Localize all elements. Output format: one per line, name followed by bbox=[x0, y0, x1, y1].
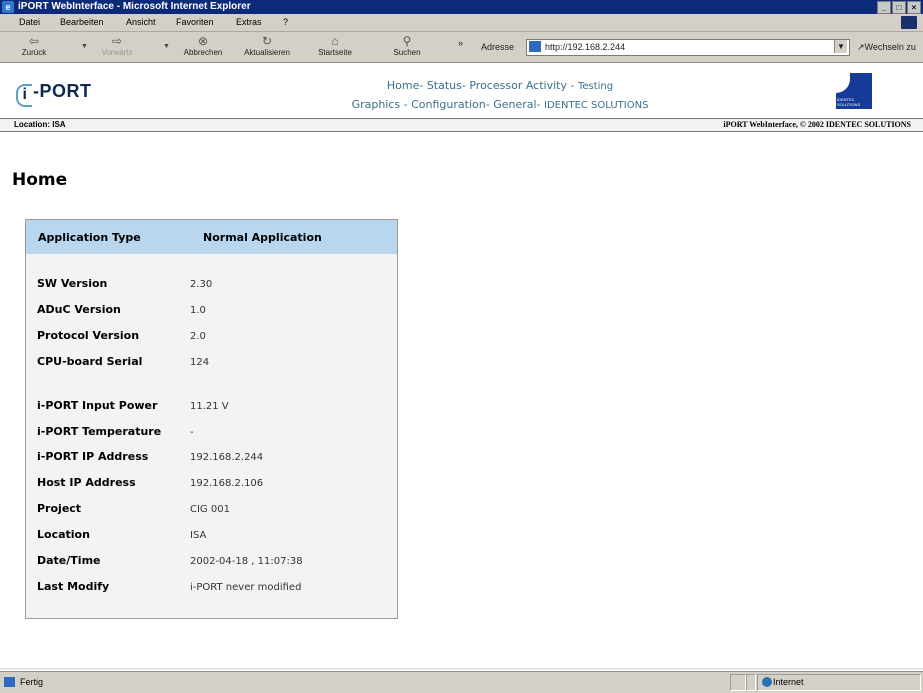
info-row: Project CIG 001 bbox=[37, 502, 230, 515]
info-row: Host IP Address 192.168.2.106 bbox=[37, 476, 264, 489]
info-row: Last Modify i-PORT never modified bbox=[37, 580, 302, 593]
menu-favoriten[interactable]: Favoriten bbox=[176, 17, 214, 27]
stop-button[interactable]: ⊗ Abbrechen bbox=[181, 34, 225, 57]
browser-toolbar: ⇦ Zurück ▼ ⇨ Vorwärts ▼ ⊗ Abbrechen ↻ Ak… bbox=[0, 32, 923, 63]
address-dropdown-icon[interactable]: ▼ bbox=[834, 40, 847, 53]
back-dropdown-icon[interactable]: ▼ bbox=[81, 43, 88, 50]
back-button[interactable]: ⇦ Zurück bbox=[12, 34, 56, 57]
address-input[interactable]: http://192.168.2.244 bbox=[526, 39, 850, 56]
forward-dropdown-icon[interactable]: ▼ bbox=[163, 43, 170, 50]
search-button[interactable]: ⚲ Suchen bbox=[385, 34, 429, 57]
info-header: Application Type Normal Application bbox=[26, 220, 397, 254]
nav-processor-activity[interactable]: Processor Activity bbox=[469, 79, 567, 92]
site-nav: Home- Status- Processor Activity - Testi… bbox=[351, 79, 649, 111]
menu-bar: Datei Bearbeiten Ansicht Favoriten Extra… bbox=[0, 14, 923, 32]
address-label: Adresse bbox=[481, 42, 515, 52]
close-icon[interactable]: × bbox=[907, 1, 921, 14]
status-pane bbox=[746, 674, 756, 691]
nav-configuration[interactable]: Configuration bbox=[411, 98, 486, 111]
windows-logo-icon bbox=[901, 16, 917, 29]
content-bottom-edge bbox=[0, 668, 923, 670]
info-row: Location ISA bbox=[37, 528, 207, 541]
go-button[interactable]: ↗Wechseln zu bbox=[857, 42, 916, 53]
page-title: Home bbox=[12, 170, 68, 190]
menu-extras[interactable]: Extras bbox=[236, 17, 262, 27]
site-banner: i -PORT Home- Status- Processor Activity … bbox=[0, 63, 923, 117]
info-row: Date/Time 2002-04-18 , 11:07:38 bbox=[37, 554, 303, 567]
window-controls: _ □ × bbox=[877, 1, 921, 14]
globe-icon bbox=[762, 677, 772, 687]
info-row: i-PORT Input Power 11.21 V bbox=[37, 399, 229, 412]
header-key: Application Type bbox=[38, 231, 141, 244]
more-chevron[interactable]: » bbox=[458, 38, 463, 48]
home-icon: ⌂ bbox=[331, 34, 339, 48]
zone-text: Internet bbox=[773, 677, 804, 687]
minimize-icon[interactable]: _ bbox=[877, 1, 891, 14]
forward-button[interactable]: ⇨ Vorwärts bbox=[95, 34, 139, 57]
nav-graphics[interactable]: Graphics bbox=[352, 98, 401, 111]
menu-datei[interactable]: Datei bbox=[19, 17, 40, 27]
refresh-button[interactable]: ↻ Aktualisieren bbox=[241, 34, 293, 57]
home-button[interactable]: ⌂ Startseite bbox=[313, 34, 357, 57]
status-pane bbox=[730, 674, 746, 691]
window-titlebar: e iPORT WebInterface - Microsoft Interne… bbox=[0, 0, 923, 14]
header-value: Normal Application bbox=[203, 231, 322, 244]
window-title: iPORT WebInterface - Microsoft Internet … bbox=[18, 1, 251, 12]
copyright-text: iPORT WebInterface, © 2002 IDENTEC SOLUT… bbox=[723, 120, 911, 129]
info-row: i-PORT Temperature - bbox=[37, 425, 194, 438]
maximize-icon[interactable]: □ bbox=[892, 1, 906, 14]
refresh-icon: ↻ bbox=[261, 34, 273, 48]
info-row: CPU-board Serial 124 bbox=[37, 355, 210, 368]
info-row: i-PORT IP Address 192.168.2.244 bbox=[37, 450, 264, 463]
nav-testing[interactable]: Testing bbox=[578, 81, 613, 92]
info-row: Protocol Version 2.0 bbox=[37, 329, 206, 342]
nav-identec-solutions[interactable]: IDENTEC SOLUTIONS bbox=[544, 100, 648, 111]
forward-arrow-icon: ⇨ bbox=[111, 34, 123, 48]
menu-ansicht[interactable]: Ansicht bbox=[126, 17, 156, 27]
page-icon bbox=[529, 41, 541, 52]
logo-i: i bbox=[16, 84, 32, 107]
menu-bearbeiten[interactable]: Bearbeiten bbox=[60, 17, 104, 27]
nav-status[interactable]: Status bbox=[427, 79, 462, 92]
menu-help[interactable]: ? bbox=[283, 17, 288, 27]
address-url: http://192.168.2.244 bbox=[545, 42, 626, 52]
page-status-icon bbox=[4, 677, 15, 687]
iport-logo: i -PORT bbox=[16, 81, 92, 107]
stop-icon: ⊗ bbox=[197, 34, 209, 48]
info-row: ADuC Version 1.0 bbox=[37, 303, 206, 316]
info-row: SW Version 2.30 bbox=[37, 277, 213, 290]
location-text: Location: ISA bbox=[14, 120, 66, 129]
back-arrow-icon: ⇦ bbox=[28, 34, 40, 48]
status-text: Fertig bbox=[20, 677, 44, 687]
nav-home[interactable]: Home bbox=[387, 79, 419, 92]
identec-logo: IDENTEC SOLUTIONS bbox=[836, 73, 872, 109]
nav-general[interactable]: General bbox=[493, 98, 536, 111]
status-bar: Fertig Internet bbox=[0, 671, 923, 693]
location-bar: Location: ISA iPORT WebInterface, © 2002… bbox=[0, 118, 923, 132]
search-icon: ⚲ bbox=[402, 34, 412, 48]
info-panel: Application Type Normal Application SW V… bbox=[25, 219, 398, 619]
ie-icon: e bbox=[2, 1, 14, 13]
